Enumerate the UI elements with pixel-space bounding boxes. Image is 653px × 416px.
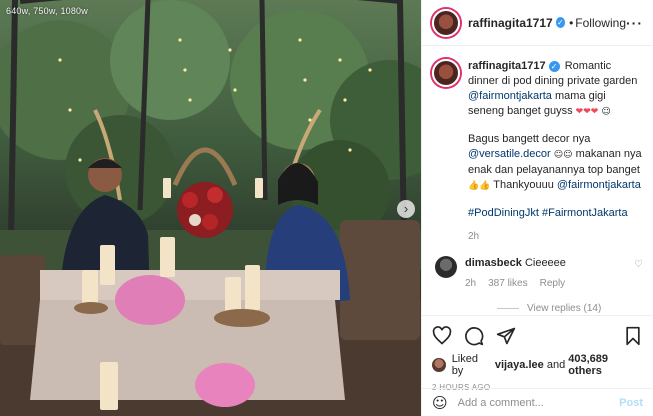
replies-divider <box>497 308 519 309</box>
chevron-right-icon[interactable]: › <box>397 200 415 218</box>
verified-badge-icon: ✓ <box>555 17 566 28</box>
comment-username[interactable]: dimasbeck <box>465 257 522 269</box>
post-side-panel: raffinagita1717 ✓ • Following ··· raffin… <box>421 0 653 416</box>
comment-likes[interactable]: 387 likes <box>488 276 527 291</box>
caption-age: 2h <box>468 231 480 242</box>
comment-body: dimasbeck Cieeeee 2h 387 likes Reply <box>465 256 634 291</box>
more-options-icon[interactable]: ··· <box>626 15 643 31</box>
separator-dot: • <box>569 15 574 30</box>
comments-list[interactable]: raffinagita1717 ✓ Romantic dinner di pod … <box>422 47 653 315</box>
comment-input[interactable] <box>457 396 620 409</box>
post-header: raffinagita1717 ✓ • Following ··· <box>422 0 653 46</box>
comment-avatar[interactable] <box>435 256 457 278</box>
bookmark-icon[interactable] <box>623 326 643 346</box>
photo-illustration <box>0 0 421 416</box>
liker-avatar[interactable] <box>432 358 446 372</box>
post-username[interactable]: raffinagita1717 <box>468 16 553 30</box>
caption-text-5: Thankyouuu <box>493 179 554 191</box>
caption-paragraph: Bagus bangett decor nya @versatile.decor… <box>468 132 642 194</box>
liked-by-others[interactable]: 403,689 others <box>568 353 643 377</box>
liked-by-and: and <box>546 359 566 371</box>
photo-srcset-label: 640w, 750w, 1080w <box>6 6 88 16</box>
mention-link[interactable]: @versatile.decor <box>468 148 551 160</box>
caption-text-3: Bagus bangett decor nya <box>468 133 591 145</box>
avatar[interactable] <box>432 8 460 37</box>
mention-link[interactable]: @fairmontjakarta <box>468 90 552 102</box>
liked-by: Liked by vijaya.lee and 403,689 others <box>432 353 643 377</box>
share-icon[interactable] <box>496 326 516 346</box>
comment-item: dimasbeck Cieeeee 2h 387 likes Reply ♡ <box>432 256 643 291</box>
action-icons <box>432 322 643 350</box>
hashtags: #PodDiningJkt #FairmontJakarta <box>468 206 642 221</box>
hashtag-link[interactable]: #FairmontJakarta <box>542 207 628 219</box>
hashtag-link[interactable]: #PodDiningJkt <box>468 207 539 219</box>
view-replies-button[interactable]: View replies (14) <box>497 303 643 314</box>
caption-username[interactable]: raffinagita1717 <box>468 60 546 72</box>
comment-icon[interactable] <box>464 326 484 346</box>
add-comment-bar: ☺ Post <box>422 388 653 416</box>
comment-age: 2h <box>465 278 477 289</box>
comment-text: Cieeeee <box>524 257 566 269</box>
post-comment-button[interactable]: Post <box>619 397 643 409</box>
comment-meta: 2h 387 likes Reply <box>465 276 634 291</box>
emoji-picker-icon[interactable]: ☺ <box>432 394 448 412</box>
following-button[interactable]: Following <box>575 16 626 30</box>
view-replies-label: View replies (14) <box>527 303 602 314</box>
post-photo[interactable]: 640w, 750w, 1080w › <box>0 0 421 416</box>
caption: raffinagita1717 ✓ Romantic dinner di pod … <box>432 59 643 244</box>
smile-emoji-icon: ☺ <box>601 107 611 117</box>
smile-emoji-icon: ☺☺ <box>553 150 573 160</box>
post-actions: Liked by vijaya.lee and 403,689 others 2… <box>422 315 653 392</box>
verified-badge-icon: ✓ <box>548 60 560 72</box>
thumbs-up-emoji-icon: 👍👍 <box>468 181 491 191</box>
caption-avatar[interactable] <box>432 59 460 87</box>
reply-button[interactable]: Reply <box>540 276 566 291</box>
heart-emoji-icon: ❤❤❤ <box>575 107 599 117</box>
liked-by-prefix: Liked by <box>451 353 478 377</box>
liked-by-user[interactable]: vijaya.lee <box>495 359 544 371</box>
heart-icon[interactable] <box>432 326 452 346</box>
comment-heart-icon[interactable]: ♡ <box>634 259 643 291</box>
caption-body: raffinagita1717 ✓ Romantic dinner di pod … <box>468 59 642 244</box>
mention-link[interactable]: @fairmontjakarta <box>557 179 641 191</box>
